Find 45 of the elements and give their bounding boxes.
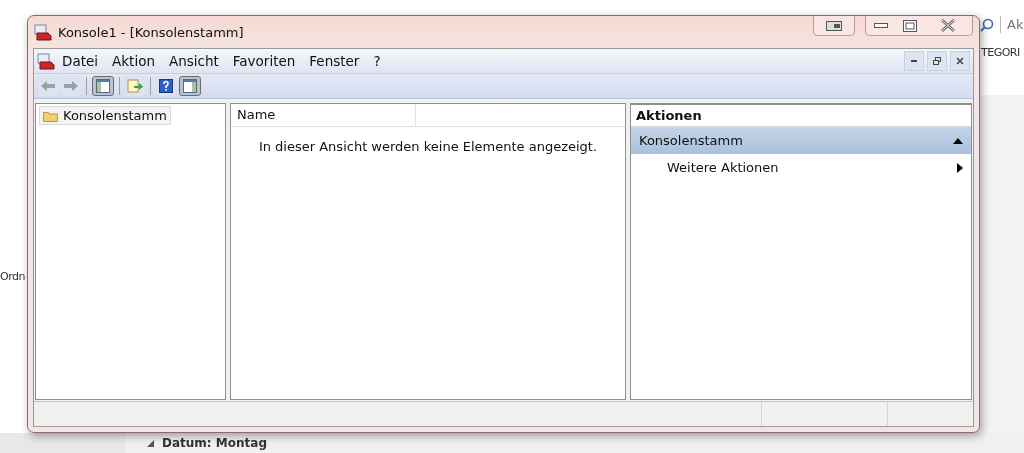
action-pane-icon (183, 79, 197, 93)
toolbar-button[interactable] (179, 76, 201, 96)
minimize-button[interactable] (904, 51, 924, 71)
toolbar-button[interactable] (92, 76, 114, 96)
action-label: Weitere Aktionen (667, 160, 779, 175)
tree-label: Konsolenstamm (63, 108, 167, 123)
folder-icon (43, 109, 58, 122)
tree-pane-icon (96, 79, 110, 93)
menu-item[interactable]: Aktion (105, 53, 162, 69)
minimize-icon (911, 60, 917, 62)
menu-item[interactable]: Favoriten (225, 53, 303, 69)
minimize-icon (874, 22, 888, 29)
window-switch-icon (826, 20, 842, 31)
group-header[interactable]: Datum: Montag (125, 436, 267, 450)
menu-item[interactable]: Ansicht (161, 53, 226, 69)
submenu-arrow-icon (957, 162, 963, 173)
restore-button[interactable] (927, 51, 947, 71)
search-field[interactable]: Ak (1000, 16, 1024, 33)
close-button[interactable] (950, 51, 970, 71)
folder-label: Ordn (0, 270, 25, 283)
menu-item[interactable]: Fenster (302, 53, 367, 69)
window-title: Konsole1 - [Konsolenstamm] (58, 24, 245, 40)
group-label: Datum: Montag (162, 436, 267, 450)
menu-item[interactable]: ? (366, 53, 388, 69)
collapse-triangle-icon (953, 137, 963, 144)
action-group-header[interactable]: Konsolenstamm (631, 127, 971, 154)
back-arrow-icon (40, 80, 56, 92)
actions-header: Aktionen (631, 103, 971, 127)
maximize-icon (903, 19, 917, 32)
restore-icon (933, 57, 941, 65)
console-icon (34, 23, 52, 41)
export-list-icon (127, 79, 143, 93)
console-icon (37, 52, 55, 70)
category-label: TEGORI (981, 46, 1020, 59)
menu-item[interactable]: Datei (55, 53, 106, 69)
help-icon (159, 79, 173, 93)
column-header[interactable]: Name (231, 104, 416, 126)
close-icon (956, 57, 964, 65)
forward-arrow-icon (63, 80, 79, 92)
tree-item[interactable]: Konsolenstamm (39, 106, 171, 125)
empty-message: In dieser Ansicht werden keine Elemente angezeigt. (257, 138, 599, 154)
action-item[interactable]: Weitere Aktionen (631, 154, 971, 181)
action-group-label: Konsolenstamm (639, 133, 743, 148)
search-icon (980, 17, 994, 32)
close-icon (940, 19, 956, 32)
